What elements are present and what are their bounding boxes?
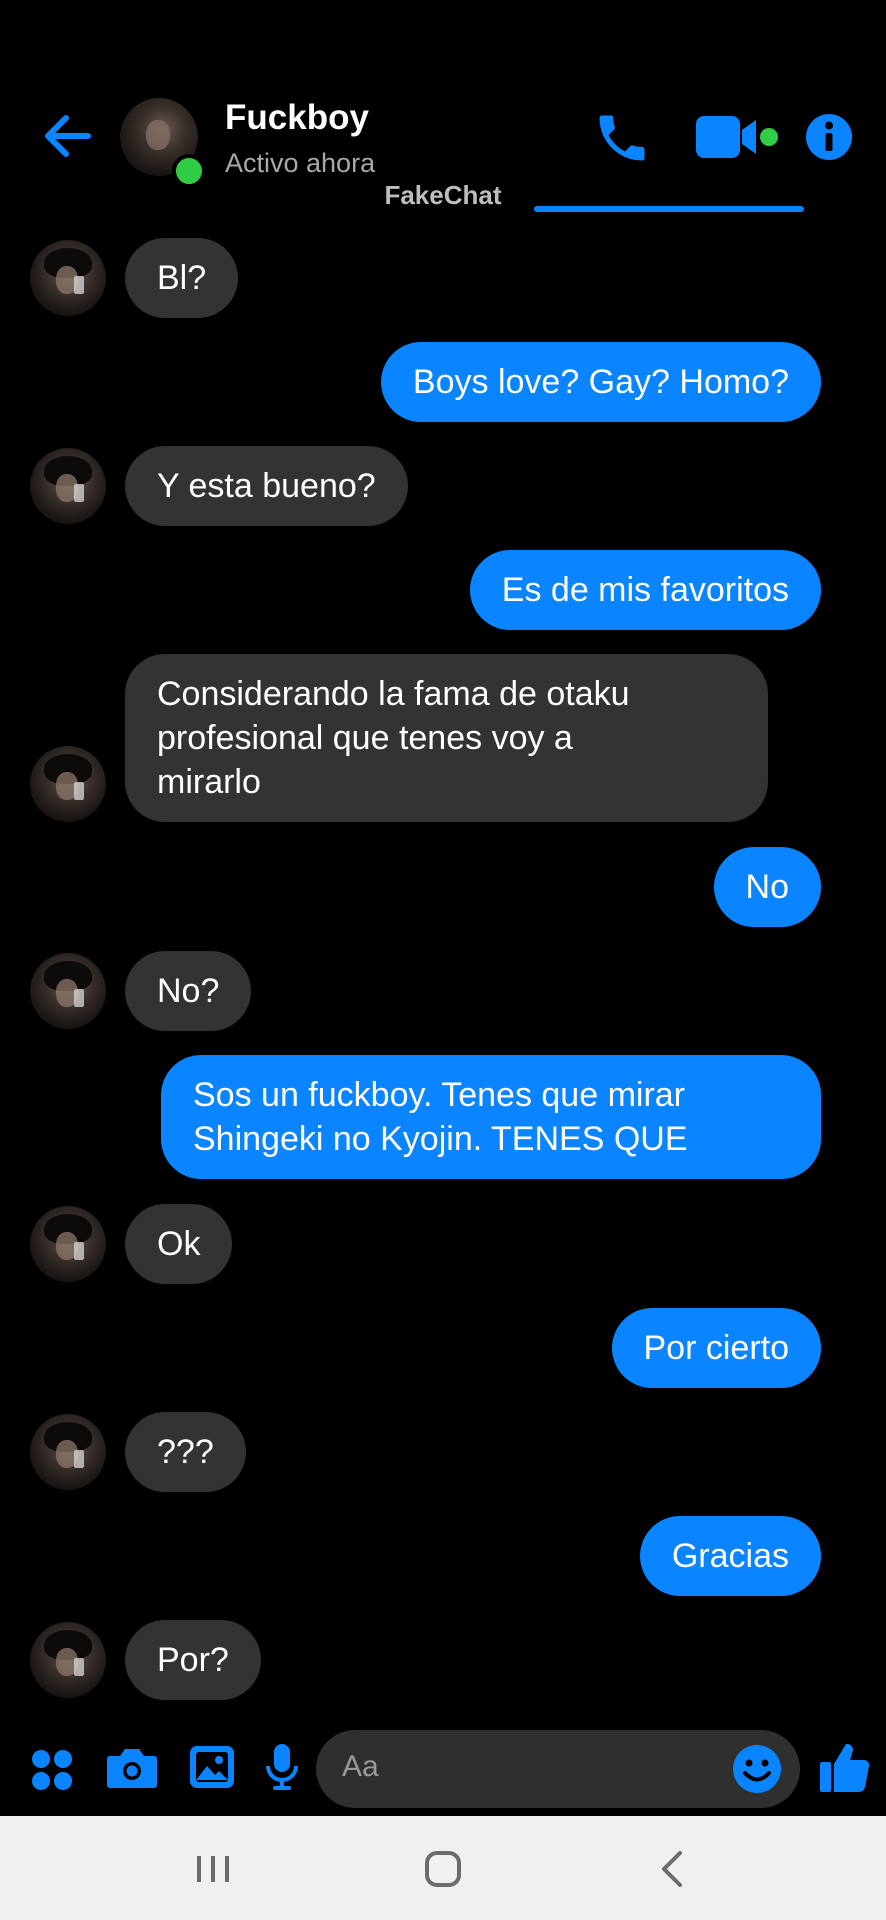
sender-avatar[interactable] (30, 448, 106, 524)
message-input[interactable]: Aa (316, 1730, 800, 1808)
video-camera-icon[interactable] (694, 112, 770, 162)
outgoing-message[interactable]: Por cierto (611, 1308, 821, 1388)
sender-avatar[interactable] (30, 240, 106, 316)
incoming-message[interactable]: Por? (125, 1620, 261, 1700)
chat-header: Fuckboy Activo ahora FakeChat (0, 0, 886, 212)
recent-apps-icon[interactable] (188, 1844, 238, 1894)
incoming-message[interactable]: Considerando la fama de otaku profesiona… (125, 654, 768, 822)
message-line: Considerando la fama de otaku (157, 675, 630, 713)
incoming-message[interactable]: Ok (125, 1204, 233, 1284)
outgoing-message[interactable]: Sos un fuckboy. Tenes que mirar Shingeki… (161, 1055, 821, 1179)
sender-avatar[interactable] (30, 953, 106, 1029)
incoming-message[interactable]: ??? (125, 1412, 246, 1492)
camera-icon[interactable] (106, 1744, 158, 1795)
incoming-message[interactable]: No? (125, 951, 252, 1031)
incoming-message[interactable]: Y esta bueno? (125, 446, 408, 526)
microphone-icon[interactable] (264, 1742, 300, 1797)
video-online-dot (760, 128, 778, 146)
gallery-icon[interactable] (188, 1744, 236, 1795)
incoming-message[interactable]: Bl? (125, 238, 239, 318)
back-icon[interactable] (648, 1844, 698, 1894)
sender-avatar[interactable] (30, 1622, 106, 1698)
contact-status: Activo ahora (225, 148, 376, 178)
message-line: mirarlo (157, 763, 261, 801)
sender-avatar[interactable] (30, 1414, 106, 1490)
home-icon[interactable] (418, 1844, 468, 1894)
info-icon[interactable] (804, 112, 854, 162)
message-line: profesional que tenes voy a (157, 719, 573, 757)
emoji-icon[interactable] (732, 1744, 782, 1794)
outgoing-message[interactable]: Gracias (639, 1516, 821, 1596)
outgoing-message[interactable]: Boys love? Gay? Homo? (380, 342, 821, 422)
contact-name[interactable]: Fuckboy (225, 98, 369, 138)
message-line: Sos un fuckboy. Tenes que mirar (193, 1076, 686, 1114)
back-arrow-icon[interactable] (40, 108, 96, 164)
outgoing-message[interactable]: Es de mis favoritos (469, 550, 821, 630)
composer-bar: Aa (0, 1720, 886, 1816)
apps-grid-icon[interactable] (30, 1748, 74, 1797)
message-input-placeholder: Aa (342, 1750, 379, 1783)
phone-icon[interactable] (592, 108, 652, 168)
message-line: Shingeki no Kyojin. TENES QUE (193, 1120, 688, 1158)
scroll-indicator (534, 206, 804, 212)
outgoing-message[interactable]: No (713, 847, 821, 927)
sender-avatar[interactable] (30, 1206, 106, 1282)
thumbs-up-icon[interactable] (818, 1740, 870, 1799)
system-nav-bar (0, 1816, 886, 1920)
sender-avatar[interactable] (30, 746, 106, 822)
